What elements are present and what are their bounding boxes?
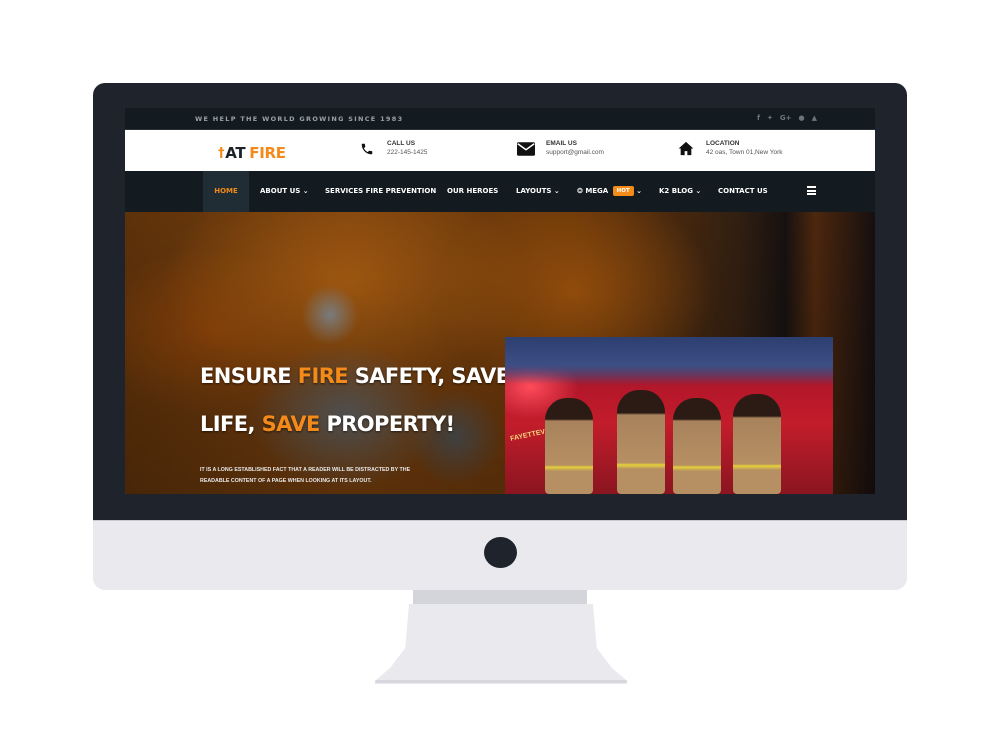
nav-item-k2-blog[interactable]: K2 BLOG ⌄ [659,171,701,212]
firefighter-figure [733,394,781,494]
social-links: f ✦ G+ ● ▲ [757,113,817,123]
truck-lettering: FAYETTEVI [509,428,548,443]
contact-label: CALL US [387,140,416,147]
phone-icon [357,140,377,158]
contact-value[interactable]: support@gmail.com [546,148,604,158]
highlight-word: SAVE [261,412,321,436]
website-screen: WE HELP THE WORLD GROWING SINCE 1983 f ✦… [125,108,875,494]
monitor-stand-neck [413,590,587,604]
monitor-stand [375,604,627,684]
contact-value[interactable]: 222-145-1425 [387,148,427,158]
contact-call: CALL US 222-145-1425 [357,139,427,158]
logo-text-part2: FIRE [249,144,286,162]
contact-label: LOCATION [706,140,740,147]
hero-title: ENSURE FIRE SAFETY, SAVE LIFE, SAVE PROP… [200,364,510,436]
fire-extinguisher-icon: † [218,145,225,161]
chevron-down-icon: ⌄ [636,187,643,195]
mega-menu-icon: ❂ [577,187,583,195]
tagline: WE HELP THE WORLD GROWING SINCE 1983 [195,115,404,123]
header: † AT FIRE CALL US 222-145-1425 EMAIL US … [125,130,875,171]
facebook-icon[interactable]: f [757,113,760,123]
firefighter-figure [617,390,665,494]
contact-location: LOCATION 42 oas, Town 01,New York [676,139,783,158]
envelope-icon [516,140,536,158]
youtube-icon[interactable]: ▲ [812,113,817,123]
hamburger-menu-icon[interactable] [807,186,816,195]
main-nav: HOME ABOUT US ⌄ SERVICES FIRE PREVENTION… [125,171,875,212]
google-plus-icon[interactable]: G+ [780,113,792,123]
contact-label: EMAIL US [546,140,577,147]
site-logo[interactable]: † AT FIRE [218,144,286,162]
hero-description: It is a long established fact that a rea… [200,467,411,484]
nav-item-about-us[interactable]: ABOUT US ⌄ [260,171,309,212]
firefighter-figure [673,398,721,494]
firefighters-photo: FAYETTEVI [505,337,833,494]
nav-item-mega[interactable]: ❂ MEGA HOT ⌄ [577,171,642,212]
nav-item-contact-us[interactable]: CONTACT US [718,171,768,212]
top-bar: WE HELP THE WORLD GROWING SINCE 1983 f ✦… [125,108,875,130]
contact-value: 42 oas, Town 01,New York [706,149,783,156]
logo-text-part1: AT [225,144,246,162]
nav-item-services[interactable]: SERVICES FIRE PREVENTION [325,171,436,212]
home-icon [676,140,696,158]
pinterest-icon[interactable]: ● [799,113,805,123]
highlight-word: FIRE [297,364,349,388]
hot-badge: HOT [612,186,634,196]
nav-item-layouts[interactable]: LAYOUTS ⌄ [516,171,560,212]
contact-email: EMAIL US support@gmail.com [516,139,604,158]
monitor-stand-base [375,680,627,683]
nav-item-our-heroes[interactable]: OUR HEROES [447,171,498,212]
twitter-icon[interactable]: ✦ [767,113,773,123]
nav-item-label: MEGA [585,187,609,195]
nav-item-home[interactable]: HOME [203,171,249,212]
hero-banner: ENSURE FIRE SAFETY, SAVE LIFE, SAVE PROP… [125,212,875,494]
firefighter-figure [545,398,593,494]
monitor-logo-dot [484,537,517,568]
